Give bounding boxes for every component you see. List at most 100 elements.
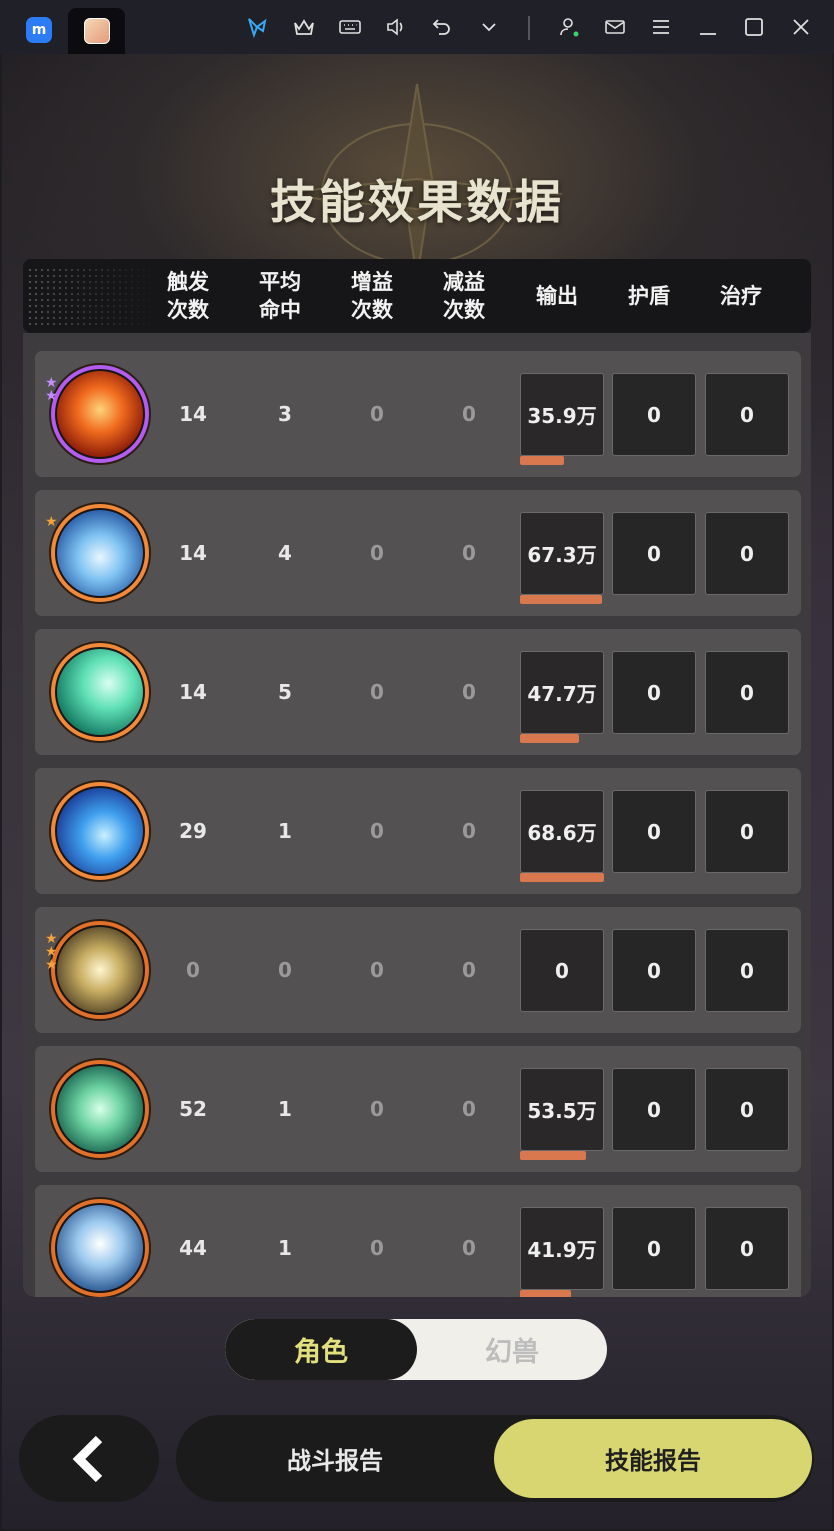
output-value-text: 53.5万 [527,1099,597,1123]
toggle-character[interactable]: 角色 [225,1319,417,1380]
menu-icon[interactable] [647,13,675,41]
output-value: 68.6万 [520,790,604,882]
trigger-count: 14 [179,541,207,565]
trigger-count: 29 [179,819,207,843]
ice-burst-skill-icon [51,504,149,602]
table-row: 14 5 0 0 47.7万 0 0 [35,629,801,755]
game-avatar-icon [83,18,110,44]
fire-skill-icon [51,365,149,463]
trigger-count: 44 [179,1236,207,1260]
skill-report-button[interactable]: 技能报告 [494,1419,812,1498]
buff-count: 0 [370,1097,384,1121]
shield-value-text: 0 [647,819,661,844]
buff-count: 0 [370,680,384,704]
heal-value-text: 0 [740,541,754,566]
volume-icon[interactable] [382,13,410,41]
shield-value: 0 [612,929,696,1012]
trigger-count: 14 [179,680,207,704]
col-shield: 护盾 [628,284,670,308]
ice-crystal-skill-icon [51,1199,149,1297]
star-icon: ★ [45,957,58,973]
heal-value-text: 0 [740,819,754,844]
maximize-icon[interactable] [740,13,768,41]
star-icon: ★ [45,388,58,404]
skill-list[interactable]: ★ ★ 14 3 0 0 35.9万 0 0 ★ 14 4 0 0 67.3万 0 0 14 5 0 0 47.7万 0 0 2… [23,333,811,1297]
skill-art [57,649,143,735]
shield-value-text: 0 [647,958,661,983]
user-icon[interactable] [555,13,583,41]
skill-art [57,1205,143,1291]
star-icon: ★ [45,514,58,530]
app-logo-text: m [31,22,47,38]
output-bar [520,734,579,743]
heal-value: 0 [705,790,789,873]
close-icon[interactable] [787,13,815,41]
window-titlebar: m [0,0,834,54]
debuff-count: 0 [462,1097,476,1121]
table-row: 44 1 0 0 41.9万 0 0 [35,1185,801,1297]
table-row: ★ 14 4 0 0 67.3万 0 0 [35,490,801,616]
col-trigger-count: 触发 次数 [167,270,209,322]
minimize-icon[interactable] [694,13,722,41]
output-value-text: 35.9万 [527,404,597,428]
output-bar [520,1151,586,1160]
wind-slash-skill-icon [51,643,149,741]
back-button[interactable] [19,1415,159,1502]
heal-value: 0 [705,373,789,456]
output-value-text: 0 [555,958,569,983]
green-vortex-skill-icon [51,1060,149,1158]
table-row: ★ ★ 14 3 0 0 35.9万 0 0 [35,351,801,477]
buff-count: 0 [370,958,384,982]
heal-value: 0 [705,929,789,1012]
col-debuff-count: 减益 次数 [443,270,485,322]
output-value: 67.3万 [520,512,604,604]
shield-value: 0 [612,512,696,595]
role-toggle[interactable]: 角色 幻兽 [225,1319,607,1380]
app-logo[interactable]: m [26,17,52,43]
debuff-count: 0 [462,402,476,426]
toggle-beast[interactable]: 幻兽 [417,1319,607,1380]
chevron-down-icon[interactable] [475,13,503,41]
shield-value: 0 [612,790,696,873]
heal-value-text: 0 [740,958,754,983]
output-value-text: 68.6万 [527,821,597,845]
skill-art [57,927,143,1013]
shield-value: 0 [612,1068,696,1151]
debuff-count: 0 [462,1236,476,1260]
output-value-text: 67.3万 [527,543,597,567]
keyboard-icon[interactable] [336,13,364,41]
heal-value: 0 [705,1068,789,1151]
shield-value-text: 0 [647,680,661,705]
debuff-count: 0 [462,958,476,982]
star-rating: ★ ★ ★ [45,932,58,973]
undo-icon[interactable] [428,13,456,41]
star-rating: ★ ★ [45,376,58,404]
output-value: 41.9万 [520,1207,604,1297]
avg-hit: 1 [278,1097,292,1121]
avg-hit: 3 [278,402,292,426]
trigger-count: 0 [186,958,200,982]
butterfly-icon[interactable] [243,13,271,41]
output-value: 35.9万 [520,373,604,465]
game-tab[interactable] [68,8,125,54]
debuff-count: 0 [462,541,476,565]
output-bar [520,456,564,465]
avg-hit: 4 [278,541,292,565]
output-bar [520,595,602,604]
report-tabs: 战斗报告 技能报告 [176,1415,814,1502]
trigger-count: 14 [179,402,207,426]
buff-count: 0 [370,819,384,843]
avg-hit: 1 [278,1236,292,1260]
table-row: 29 1 0 0 68.6万 0 0 [35,768,801,894]
output-value: 47.7万 [520,651,604,743]
col-output: 输出 [536,284,578,308]
titlebar-separator [528,16,530,40]
col-avg-hit: 平均 命中 [259,270,301,322]
crown-icon[interactable] [290,13,318,41]
table-row: ★ ★ ★ 0 0 0 0 0 0 0 [35,907,801,1033]
shield-value: 0 [612,373,696,456]
header-pattern [27,267,157,327]
battle-report-button[interactable]: 战斗报告 [176,1415,494,1502]
skill-art [57,371,143,457]
mail-icon[interactable] [601,13,629,41]
